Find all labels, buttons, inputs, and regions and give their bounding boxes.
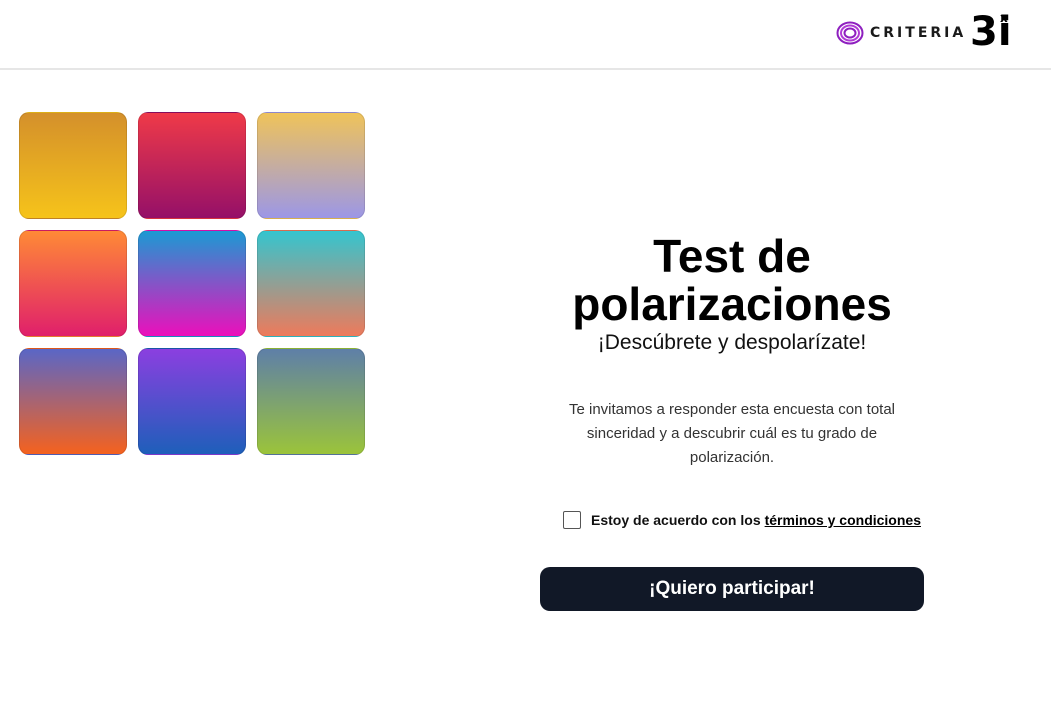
tile-4 <box>19 230 127 337</box>
gradient-tile-grid <box>19 112 366 457</box>
logo-x-superscript: x <box>1000 11 1008 25</box>
logo-3-digit: 3 <box>970 9 998 55</box>
tile-5 <box>138 230 246 337</box>
top-header: CRITERIA 3xi <box>0 0 1051 70</box>
terms-agreement-label: Estoy de acuerdo con los <box>591 512 761 528</box>
terms-checkbox[interactable] <box>563 511 581 529</box>
tile-6 <box>257 230 365 337</box>
criteria-swirl-icon <box>836 21 864 45</box>
page-title: Test de polarizaciones <box>572 230 892 330</box>
page-subtitle: ¡Descúbrete y despolarízate! <box>597 331 867 354</box>
terms-link[interactable]: términos y condiciones <box>765 512 921 528</box>
terms-agreement: Estoy de acuerdo con los términos y cond… <box>563 509 921 531</box>
tile-1 <box>19 112 127 219</box>
tile-3 <box>257 112 365 219</box>
logo-3xi[interactable]: 3xi <box>970 10 1012 54</box>
tile-9 <box>257 348 365 455</box>
tile-2 <box>138 112 246 219</box>
criteria-wordmark: CRITERIA <box>870 25 967 41</box>
tile-8 <box>138 348 246 455</box>
participate-button[interactable]: ¡Quiero participar! <box>540 567 924 611</box>
criteria-logo[interactable]: CRITERIA <box>836 20 966 46</box>
tile-7 <box>19 348 127 455</box>
intro-text: Te invitamos a responder esta encuesta c… <box>568 401 896 466</box>
